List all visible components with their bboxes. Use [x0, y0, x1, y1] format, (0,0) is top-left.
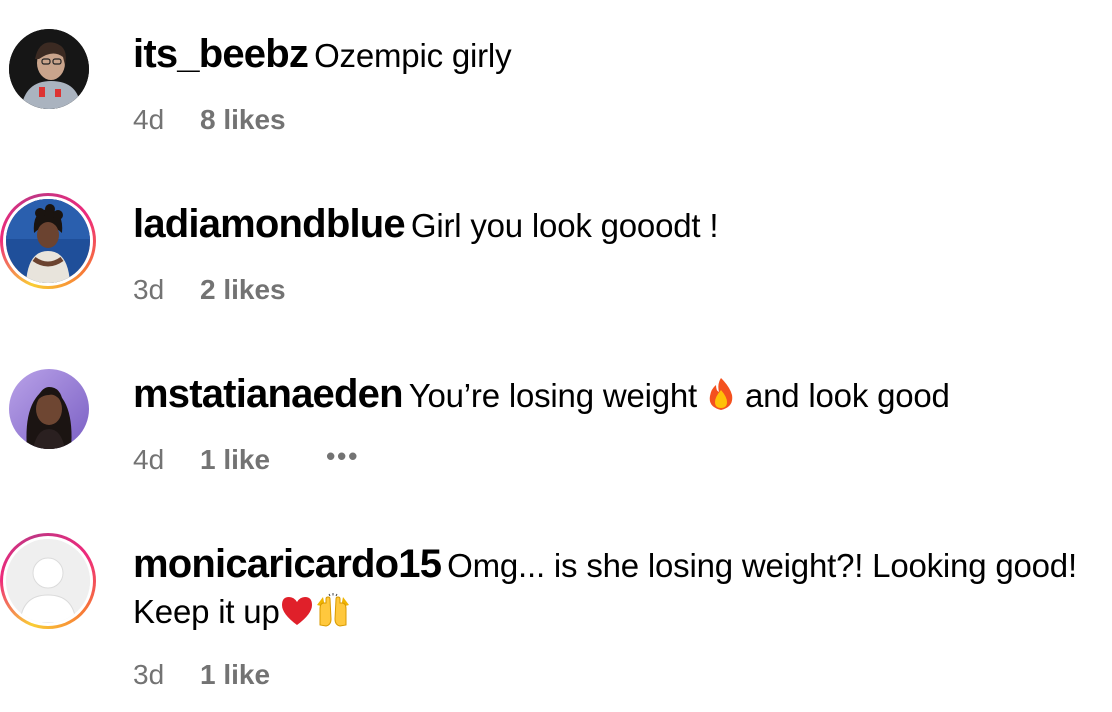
avatar[interactable]: [0, 193, 96, 289]
comment-username[interactable]: ladiamondblue: [133, 202, 406, 246]
avatar-photo: [9, 369, 89, 449]
comment-body: You’re losing weight: [408, 377, 698, 414]
comment-meta: 3d 1 like: [133, 657, 270, 693]
comment-text: its_beebz Ozempic girly: [133, 31, 1093, 79]
comment-time[interactable]: 3d: [133, 657, 200, 693]
profile-photo-icon: [9, 369, 89, 449]
comment-time[interactable]: 3d: [133, 272, 200, 308]
comment-body: Ozempic girly: [314, 37, 512, 74]
comment-body-continued: and look good: [744, 377, 950, 414]
comment-username[interactable]: monicaricardo15: [133, 542, 442, 586]
comment-meta: 4d 1 like •••: [133, 441, 359, 478]
fire-emoji-icon: [706, 377, 736, 423]
more-options-icon[interactable]: •••: [326, 438, 359, 474]
raising-hands-emoji-icon: [314, 593, 352, 639]
comment-meta: 4d 8 likes: [133, 102, 286, 138]
profile-photo-icon: [9, 29, 89, 109]
comment-meta: 3d 2 likes: [133, 272, 286, 308]
comment-likes[interactable]: 1 like: [200, 442, 270, 478]
comment-text: monicaricardo15 Omg... is she losing weig…: [133, 541, 1088, 639]
comment-text: mstatianaeden You’re losing weight and lo…: [133, 371, 1093, 423]
avatar[interactable]: [0, 533, 96, 629]
comment-likes[interactable]: 1 like: [200, 657, 270, 693]
comment-username[interactable]: its_beebz: [133, 32, 309, 76]
avatar[interactable]: [3, 363, 99, 459]
avatar-photo: [9, 29, 89, 109]
comment-likes[interactable]: 2 likes: [200, 272, 286, 308]
comment-body: Girl you look gooodt !: [410, 207, 719, 244]
default-user-icon: [6, 539, 90, 623]
comment-time[interactable]: 4d: [133, 102, 200, 138]
comment-username[interactable]: mstatianaeden: [133, 372, 404, 416]
red-heart-emoji-icon: [280, 593, 314, 639]
avatar-photo: [6, 199, 90, 283]
avatar[interactable]: [3, 23, 99, 119]
avatar-photo: [6, 539, 90, 623]
profile-photo-icon: [6, 199, 90, 283]
comment-likes[interactable]: 8 likes: [200, 102, 286, 138]
comment-time[interactable]: 4d: [133, 442, 200, 478]
comment-text: ladiamondblue Girl you look gooodt !: [133, 201, 1093, 249]
